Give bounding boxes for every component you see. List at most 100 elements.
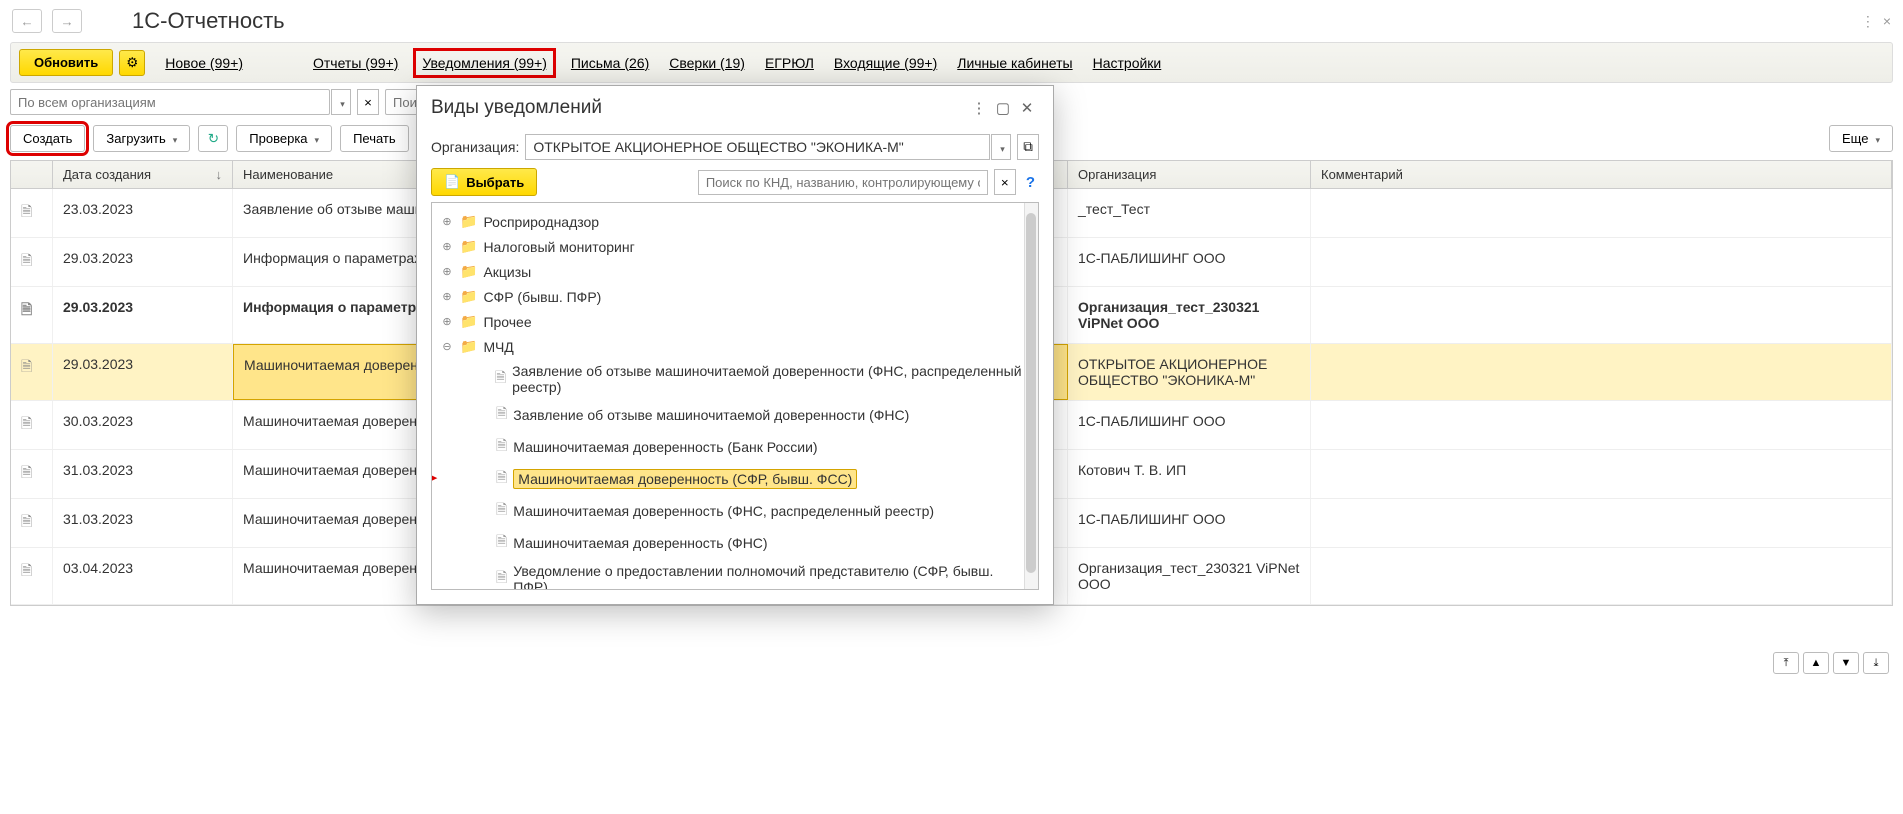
tree-search-clear[interactable]: × xyxy=(994,169,1016,195)
dialog-close-button[interactable]: ✕ xyxy=(1015,96,1039,120)
tree-item-label: Машиночитаемая доверенность (ФНС, распре… xyxy=(513,503,934,519)
row-comment xyxy=(1311,287,1892,343)
tree-folder[interactable]: ⊕📁Прочее xyxy=(436,309,1034,334)
row-icon: 🗎 xyxy=(11,499,53,547)
create-button[interactable]: Создать xyxy=(10,125,85,152)
tree-item[interactable]: ·🗎Машиночитаемая доверенность (ФНС) xyxy=(436,527,1034,559)
org-filter-clear[interactable]: × xyxy=(357,89,379,115)
th-date[interactable]: Дата создания↓ xyxy=(53,161,233,188)
expand-icon[interactable]: ⊕ xyxy=(440,290,454,303)
scrollbar-thumb[interactable] xyxy=(1026,213,1036,573)
row-org: Организация_тест_230321 ViPNet ООО xyxy=(1068,287,1311,343)
tree-item-label: Заявление об отзыве машиночитаемой довер… xyxy=(512,363,1030,395)
tab-letters[interactable]: Письма (26) xyxy=(571,55,649,71)
row-org: _тест_Тест xyxy=(1068,189,1311,237)
th-org[interactable]: Организация xyxy=(1068,161,1311,188)
dialog-menu-button[interactable]: ⋮ xyxy=(967,96,991,120)
tab-reconciliations[interactable]: Сверки (19) xyxy=(669,55,745,71)
row-comment xyxy=(1311,450,1892,498)
close-icon[interactable]: × xyxy=(1883,13,1891,30)
tree-folder-label: Росприроднадзор xyxy=(483,214,599,230)
row-date: 29.03.2023 xyxy=(53,238,233,286)
document-icon: 🗎 xyxy=(496,467,507,491)
tree-item-label: Машиночитаемая доверенность (СФР, бывш. … xyxy=(513,469,857,489)
scroll-down-button[interactable]: ▼ xyxy=(1833,652,1859,674)
tree-folder[interactable]: ⊕ 📁 Росприроднадзор xyxy=(436,209,1034,234)
nav-back-button[interactable]: ← xyxy=(12,9,42,33)
tree-scrollbar[interactable] xyxy=(1024,203,1038,589)
notification-types-dialog: Виды уведомлений ⋮ ▢ ✕ Организация: ОТКР… xyxy=(416,85,1054,605)
sort-desc-icon: ↓ xyxy=(216,167,223,182)
reload-icon: ↻ xyxy=(208,131,219,147)
th-comment[interactable]: Комментарий xyxy=(1311,161,1892,188)
row-icon: 🗎 xyxy=(11,401,53,449)
document-icon: 🗎 xyxy=(496,499,507,523)
tree-item[interactable]: ·🗎Машиночитаемая доверенность (Банк Росс… xyxy=(436,431,1034,463)
menu-icon[interactable]: ⋮ xyxy=(1861,13,1875,30)
folder-icon: 📁 xyxy=(460,313,477,330)
tree-folder[interactable]: ⊕📁Налоговый мониторинг xyxy=(436,234,1034,259)
tab-incoming[interactable]: Входящие (99+) xyxy=(834,55,937,71)
dialog-titlebar: Виды уведомлений ⋮ ▢ ✕ xyxy=(417,86,1053,130)
org-dropdown-button[interactable] xyxy=(991,134,1011,160)
tree-folder[interactable]: ⊖📁МЧД xyxy=(436,334,1034,359)
org-open-button[interactable]: ⧉ xyxy=(1017,134,1039,160)
check-button[interactable]: Проверка xyxy=(236,125,332,152)
dialog-maximize-button[interactable]: ▢ xyxy=(991,96,1015,120)
expand-icon[interactable]: ⊕ xyxy=(440,215,454,228)
load-button[interactable]: Загрузить xyxy=(93,125,190,152)
row-date: 30.03.2023 xyxy=(53,401,233,449)
org-selector-row: Организация: ОТКРЫТОЕ АКЦИОНЕРНОЕ ОБЩЕСТ… xyxy=(431,134,1039,160)
tab-settings[interactable]: Настройки xyxy=(1093,55,1162,71)
org-filter-input[interactable] xyxy=(10,89,330,115)
folder-icon: 📁 xyxy=(460,213,477,230)
refresh-button[interactable]: Обновить xyxy=(19,49,113,76)
settings-gear-button[interactable]: ⚙ xyxy=(119,50,145,76)
help-icon[interactable]: ? xyxy=(1022,174,1039,191)
tab-reports[interactable]: Отчеты (99+) xyxy=(313,55,398,71)
expand-icon[interactable]: ⊕ xyxy=(440,265,454,278)
tree-item[interactable]: ·🗎Уведомление о предоставлении полномочи… xyxy=(436,559,1034,590)
row-comment xyxy=(1311,548,1892,604)
tab-cabinets[interactable]: Личные кабинеты xyxy=(957,55,1072,71)
document-icon: 🗎 xyxy=(21,415,32,431)
page-title: 1С-Отчетность xyxy=(132,8,285,34)
tree-item-label: Заявление об отзыве машиночитаемой довер… xyxy=(513,407,909,423)
document-icon: 🗎 xyxy=(21,358,32,374)
tab-notifications[interactable]: Уведомления (99+) xyxy=(418,53,551,73)
expand-icon[interactable]: ⊕ xyxy=(440,240,454,253)
refresh-icon-button[interactable]: ↻ xyxy=(198,125,228,152)
scroll-up-button[interactable]: ▲ xyxy=(1803,652,1829,674)
expand-icon[interactable]: ⊕ xyxy=(440,315,454,328)
nav-forward-button[interactable]: → xyxy=(52,9,82,33)
row-org: Котович Т. В. ИП xyxy=(1068,450,1311,498)
org-value-field[interactable]: ОТКРЫТОЕ АКЦИОНЕРНОЕ ОБЩЕСТВО "ЭКОНИКА-М… xyxy=(525,134,990,160)
tree-item[interactable]: ·🗎Заявление об отзыве машиночитаемой дов… xyxy=(436,359,1034,399)
th-icon[interactable] xyxy=(11,161,53,188)
org-filter-dropdown[interactable] xyxy=(331,89,351,115)
tree-folder[interactable]: ⊕📁СФР (бывш. ПФР) xyxy=(436,284,1034,309)
tree-item[interactable]: ·🗎Заявление об отзыве машиночитаемой дов… xyxy=(436,399,1034,431)
row-date: 31.03.2023 xyxy=(53,450,233,498)
tree-folder-label: Налоговый мониторинг xyxy=(483,239,634,255)
scroll-bottom-button[interactable]: ⤓ xyxy=(1863,652,1889,674)
document-icon: 🗎 xyxy=(21,301,32,317)
select-button[interactable]: 📄Выбрать xyxy=(431,168,537,196)
tree-search-input[interactable] xyxy=(698,170,988,195)
scroll-buttons: ⤒ ▲ ▼ ⤓ xyxy=(1773,652,1889,674)
collapse-icon[interactable]: ⊖ xyxy=(440,340,454,353)
row-date: 03.04.2023 xyxy=(53,548,233,604)
tree-item[interactable]: ·🗎Машиночитаемая доверенность (ФНС, расп… xyxy=(436,495,1034,527)
tree-item[interactable]: ·🗎Машиночитаемая доверенность (СФР, бывш… xyxy=(436,463,1034,495)
tree-folder-label: Акцизы xyxy=(483,264,531,280)
scroll-top-button[interactable]: ⤒ xyxy=(1773,652,1799,674)
row-comment xyxy=(1311,238,1892,286)
tree-folder[interactable]: ⊕📁Акцизы xyxy=(436,259,1034,284)
row-comment xyxy=(1311,344,1892,400)
more-button[interactable]: Еще xyxy=(1829,125,1893,152)
row-org: 1С-ПАБЛИШИНГ ООО xyxy=(1068,238,1311,286)
row-icon: 🗎 xyxy=(11,344,53,400)
tab-egrul[interactable]: ЕГРЮЛ xyxy=(765,55,814,71)
print-button[interactable]: Печать xyxy=(340,125,409,152)
tab-new[interactable]: Новое (99+) xyxy=(165,55,243,71)
